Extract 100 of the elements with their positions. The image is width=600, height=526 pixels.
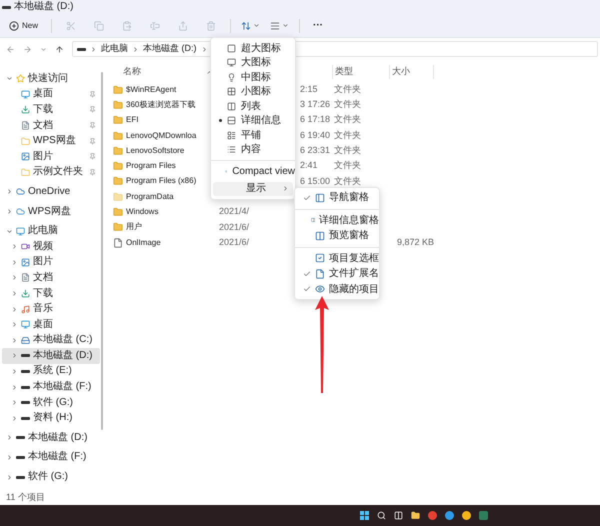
- file-name[interactable]: $WinREAgent: [126, 84, 176, 96]
- chevron-icon[interactable]: [11, 258, 18, 266]
- status-text: 11 个项目: [6, 490, 45, 504]
- sort-button[interactable]: [241, 20, 260, 30]
- file-icon: [315, 268, 325, 279]
- column-header[interactable]: 名称: [123, 65, 141, 79]
- chevron-icon[interactable]: [11, 243, 18, 250]
- up-icon[interactable]: [55, 44, 64, 54]
- sidebar-item[interactable]: 下载: [2, 286, 100, 302]
- file-name[interactable]: 用户: [126, 221, 142, 234]
- chevron-icon[interactable]: [11, 290, 18, 298]
- chevron-icon[interactable]: [6, 434, 13, 442]
- menu-item[interactable]: 列表: [211, 99, 295, 114]
- breadcrumb-link[interactable]: 此电脑: [101, 42, 128, 56]
- menu-item[interactable]: Compact view: [211, 164, 295, 178]
- sidebar-item[interactable]: 文档: [2, 118, 100, 134]
- sidebar-item[interactable]: 快速访问: [2, 71, 100, 87]
- pane-icon: [315, 230, 325, 241]
- chevron-icon[interactable]: [11, 414, 18, 422]
- windows-logo-icon[interactable]: [360, 511, 369, 520]
- menu-item[interactable]: 详细信息: [211, 114, 295, 128]
- chevron-icon[interactable]: [11, 306, 18, 313]
- column-header[interactable]: 大小: [389, 65, 434, 79]
- more-button[interactable]: ···: [310, 20, 326, 30]
- menu-item[interactable]: 详细信息窗格: [295, 212, 379, 228]
- sidebar-item[interactable]: 本地磁盘 (D:): [2, 430, 100, 446]
- type-cell: 文件夹: [334, 145, 361, 156]
- sidebar-item[interactable]: 本地磁盘 (F:): [2, 450, 100, 466]
- breadcrumb-link[interactable]: 本地磁盘 (D:): [143, 42, 196, 56]
- chevron-icon[interactable]: [6, 208, 13, 216]
- folder-icon[interactable]: [411, 511, 420, 520]
- chevron-icon[interactable]: [11, 274, 18, 282]
- back-icon[interactable]: [6, 44, 15, 54]
- sidebar-item[interactable]: 文档: [2, 270, 100, 286]
- chevron-icon[interactable]: [6, 75, 13, 82]
- desktop-icon: [21, 320, 30, 330]
- chevron-icon[interactable]: [6, 474, 13, 481]
- menu-item[interactable]: 导航窗格: [295, 190, 379, 206]
- forward-icon[interactable]: [23, 44, 32, 54]
- separator-icon: [90, 46, 97, 52]
- chevron-icon[interactable]: [11, 336, 18, 344]
- sidebar-item[interactable]: 桌面: [2, 316, 100, 332]
- chevron-icon[interactable]: [6, 228, 13, 235]
- dropdown-icon[interactable]: [40, 46, 47, 52]
- sidebar-item[interactable]: 图片: [2, 148, 100, 165]
- sidebar-item[interactable]: 下载: [2, 102, 100, 118]
- sidebar-item[interactable]: 此电脑: [2, 223, 100, 239]
- chevron-icon[interactable]: [6, 188, 13, 196]
- drive-icon: [16, 436, 25, 440]
- menu-item[interactable]: 平铺: [211, 128, 295, 142]
- menu-item[interactable]: 内容: [211, 142, 295, 157]
- sidebar-item[interactable]: 本地磁盘 (C:): [2, 332, 100, 348]
- scrollbar[interactable]: [101, 72, 103, 430]
- picture-icon: [21, 258, 30, 267]
- task-view-icon[interactable]: [394, 511, 403, 520]
- file-name[interactable]: Program Files (x86): [126, 175, 196, 188]
- menu-item[interactable]: 隐藏的项目: [295, 282, 379, 297]
- sidebar-item[interactable]: 本地磁盘 (D:): [2, 348, 100, 364]
- sidebar-item[interactable]: WPS网盘: [2, 204, 100, 220]
- file-name[interactable]: 360极速浏览器下载: [126, 98, 196, 111]
- file-name[interactable]: OnlImage: [126, 236, 161, 249]
- sidebar-item[interactable]: 视频: [2, 238, 100, 255]
- drive-icon: [21, 386, 30, 389]
- chevron-icon[interactable]: [11, 352, 18, 360]
- sidebar-item[interactable]: 桌面: [2, 86, 100, 102]
- menu-item[interactable]: 大图标: [211, 56, 295, 70]
- menu-item[interactable]: 小图标: [211, 84, 295, 99]
- menu-item[interactable]: 文件扩展名: [295, 266, 379, 282]
- download-icon: [21, 289, 30, 298]
- menu-item[interactable]: 项目复选框: [295, 250, 379, 266]
- sidebar-item[interactable]: OneDrive: [2, 184, 100, 200]
- new-button[interactable]: New: [6, 18, 42, 34]
- chevron-icon[interactable]: [11, 399, 18, 406]
- file-name[interactable]: ProgramData: [126, 190, 174, 203]
- file-name[interactable]: LenovoQMDownloa: [126, 130, 196, 142]
- sidebar-item[interactable]: 软件 (G:): [2, 394, 100, 410]
- chevron-icon[interactable]: [6, 454, 13, 461]
- sidebar-item[interactable]: 软件 (G:): [2, 469, 100, 485]
- search-icon[interactable]: [377, 511, 386, 520]
- chevron-icon[interactable]: [11, 321, 18, 328]
- menu-item[interactable]: 中图标: [211, 70, 295, 84]
- file-name[interactable]: EFI: [126, 114, 138, 126]
- sidebar-item[interactable]: 示例文件夹: [2, 164, 100, 180]
- menu-item[interactable]: 预览窗格: [295, 228, 379, 244]
- file-name[interactable]: Windows: [126, 206, 158, 218]
- file-name[interactable]: Program Files: [126, 160, 176, 172]
- file-name[interactable]: LenovoSoftstore: [126, 144, 184, 157]
- view-button[interactable]: [270, 20, 290, 30]
- sidebar-item[interactable]: 资料 (H:): [2, 410, 100, 426]
- sidebar-item[interactable]: 图片: [2, 254, 100, 270]
- menu-item[interactable]: 显示: [213, 182, 293, 196]
- sidebar-item[interactable]: 系统 (E:): [2, 364, 100, 380]
- sidebar-item[interactable]: 音乐: [2, 301, 100, 317]
- date-cell: 6 23:31: [300, 145, 330, 156]
- column-header[interactable]: 类型: [332, 65, 389, 79]
- sidebar-item[interactable]: 本地磁盘 (F:): [2, 379, 100, 395]
- sidebar-item[interactable]: WPS网盘: [2, 133, 100, 149]
- chevron-icon[interactable]: [11, 384, 18, 391]
- chevron-icon[interactable]: [11, 368, 18, 375]
- menu-item[interactable]: 超大图标: [211, 41, 295, 56]
